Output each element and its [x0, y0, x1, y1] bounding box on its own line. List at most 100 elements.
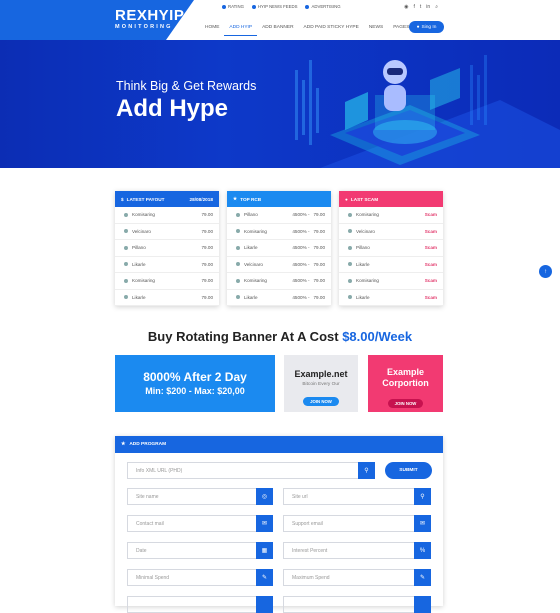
scam-icon: ● [345, 196, 348, 202]
support-email-field[interactable]: Support email ✉ [283, 515, 431, 532]
submit-button[interactable]: SUBMIT [385, 462, 432, 479]
user-icon [348, 229, 352, 234]
sign-in-button[interactable]: ● Sing In [409, 21, 444, 33]
top-rcb-title: TOP RCB [240, 196, 262, 202]
maximum-spend-field[interactable]: Maximum Spend ✎ [283, 569, 431, 586]
banner-2-title: Example.net [294, 369, 348, 379]
table-row[interactable]: Komisaring 4500% -79.00 [227, 224, 331, 240]
table-row[interactable]: Velcinaro 79.00 [115, 224, 219, 240]
minimal-spend-field[interactable]: Minimal Spend ✎ [127, 569, 273, 586]
logo[interactable]: REXHYIP MONITORING [0, 0, 200, 40]
site-name-field[interactable]: Site name ◎ [127, 488, 273, 505]
nav-home[interactable]: HOME [200, 22, 224, 36]
xml-url-input[interactable]: Info XML URL (PHD) ⚲ [127, 462, 375, 479]
hero-banner: Think Big & Get Rewards Add Hype [0, 40, 560, 168]
user-icon [124, 295, 128, 300]
user-icon [348, 262, 352, 267]
user-icon [236, 229, 240, 234]
scroll-top-button[interactable]: ↑ [539, 265, 552, 278]
latest-payout-title: LATEST PAYOUT [126, 196, 165, 202]
banner-3-join-button[interactable]: JOIN NOW [387, 399, 424, 408]
news-icon [251, 4, 256, 9]
table-row[interactable]: Likarle Scam [339, 257, 443, 273]
table-row[interactable]: Pillano 79.00 [115, 240, 219, 257]
last-scam-header: ● LAST SCAM [339, 191, 443, 207]
table-row[interactable]: Pillano 4500% -79.00 [227, 207, 331, 224]
contact-mail-field[interactable]: Contact mail ✉ [127, 515, 273, 532]
user-icon [236, 212, 240, 217]
main-nav: HOME ADD HYIP ADD BANNER ADD PAID STICKY… [200, 22, 418, 36]
add-program-form: ★ ADD PROGRAM Info XML URL (PHD) ⚲ SUBMIT … [115, 436, 443, 613]
linkedin-icon[interactable]: in [426, 4, 430, 10]
user-icon [348, 212, 352, 217]
user-icon [348, 245, 352, 250]
mail-icon: ✉ [414, 515, 431, 532]
form-field-partial[interactable] [283, 596, 431, 613]
header: REXHYIP MONITORING RATING HYIP NEWS FEED… [0, 0, 560, 40]
user-icon [236, 295, 240, 300]
banner-ad-2[interactable]: Example.net Bitcoin Every Our JOIN NOW [284, 355, 358, 412]
table-row[interactable]: Pillano Scam [339, 240, 443, 257]
logo-title: REXHYIP [115, 7, 185, 24]
toplink-advertising[interactable]: ADVERTISING [305, 4, 341, 9]
facebook-icon[interactable]: f [414, 4, 415, 10]
table-row[interactable]: Velcinaro 4500% -79.00 [227, 257, 331, 273]
link-icon: ⚲ [358, 462, 375, 479]
banner-2-join-button[interactable]: JOIN NOW [303, 397, 339, 406]
logo-subtitle: MONITORING [115, 24, 173, 30]
banner-3-title: Example Corportion [382, 367, 429, 388]
dribbble-icon[interactable]: ◉ [404, 4, 408, 10]
table-row[interactable]: Komisaring Scam [339, 207, 443, 224]
search-icon[interactable]: ⌕ [435, 4, 438, 10]
user-icon [236, 245, 240, 250]
date-field[interactable]: Date ▦ [127, 542, 273, 559]
dollar-icon: $ [121, 196, 124, 202]
star-icon: ★ [121, 442, 126, 447]
twitter-icon[interactable]: t [420, 4, 421, 10]
top-rcb-header: ★ TOP RCB [227, 191, 331, 207]
table-row[interactable]: Likarle 79.00 [115, 257, 219, 273]
nav-add-hyip[interactable]: ADD HYIP [224, 22, 258, 36]
hero-subtitle: Think Big & Get Rewards [116, 79, 257, 93]
table-row[interactable]: Komisaring Scam [339, 273, 443, 290]
link-icon: ⚲ [414, 488, 431, 505]
user-icon [124, 229, 128, 234]
globe-icon: ◎ [256, 488, 273, 505]
hero-illustration [295, 55, 560, 168]
pencil-icon: ✎ [414, 569, 431, 586]
user-icon [236, 262, 240, 267]
table-row[interactable]: Komisaring 79.00 [115, 207, 219, 224]
toplink-news[interactable]: HYIP NEWS FEEDS [251, 4, 297, 9]
banner-ad-3[interactable]: Example Corportion JOIN NOW [368, 355, 443, 412]
toplink-rating[interactable]: RATING [222, 4, 244, 9]
table-row[interactable]: Likarle 4500% -79.00 [227, 240, 331, 257]
interest-percent-field[interactable]: Interest Percent% [283, 542, 431, 559]
star-icon: ★ [233, 196, 238, 201]
table-row[interactable]: Komisaring 4500% -79.00 [227, 273, 331, 290]
table-row[interactable]: Likarle 79.00 [115, 290, 219, 306]
table-row[interactable]: Likarle 4500% -79.00 [227, 290, 331, 306]
nav-add-banner[interactable]: ADD BANNER [257, 22, 298, 36]
nav-news[interactable]: NEWS [364, 22, 388, 36]
user-icon [124, 278, 128, 283]
field-icon [256, 596, 273, 613]
user-icon [348, 295, 352, 300]
user-icon: ● [416, 24, 420, 30]
table-row[interactable]: Komisaring 79.00 [115, 273, 219, 290]
site-url-field[interactable]: Site url ⚲ [283, 488, 431, 505]
advertising-icon [305, 4, 310, 9]
percent-icon: % [414, 542, 431, 559]
rating-icon [222, 4, 226, 9]
table-row[interactable]: Velcinaro Scam [339, 224, 443, 240]
hero-title: Add Hype [116, 95, 229, 122]
table-row[interactable]: Likarle Scam [339, 290, 443, 306]
user-icon [124, 262, 128, 267]
top-links: RATING HYIP NEWS FEEDS ADVERTISING [222, 4, 341, 9]
nav-add-paid-sticky-hype[interactable]: ADD PAID STICKY HYPE [299, 22, 364, 36]
banner-ad-1[interactable]: 8000% After 2 Day Min: $200 - Max: $20,0… [115, 355, 275, 412]
add-program-header: ★ ADD PROGRAM [115, 436, 443, 453]
last-scam-title: LAST SCAM [350, 196, 379, 202]
banner-section-title: Buy Rotating Banner At A Cost $8.00/Week [147, 329, 413, 344]
user-icon [348, 278, 352, 283]
form-field-partial[interactable] [127, 596, 273, 613]
